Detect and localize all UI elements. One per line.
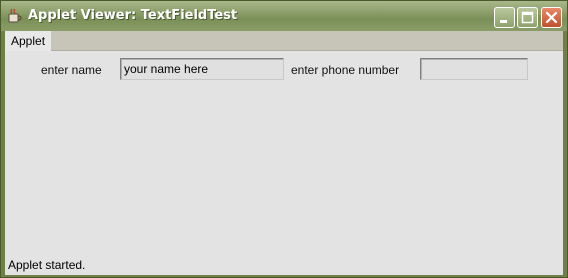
phone-label: enter phone number — [291, 63, 400, 77]
window-title: Applet Viewer: TextFieldTest — [28, 8, 238, 23]
phone-input[interactable] — [420, 58, 528, 80]
close-button[interactable] — [541, 7, 562, 28]
title-bar[interactable]: Applet Viewer: TextFieldTest — [1, 1, 567, 31]
name-label: enter name — [41, 63, 102, 77]
menu-bar: Applet — [5, 31, 563, 51]
applet-window: Applet Viewer: TextFieldTest Applet ente… — [0, 0, 568, 278]
menu-applet[interactable]: Applet — [5, 31, 51, 51]
close-icon — [545, 11, 558, 24]
minimize-button[interactable] — [494, 7, 515, 28]
maximize-icon — [521, 11, 534, 24]
minimize-icon — [500, 20, 507, 23]
applet-client-area: Applet enter name enter phone number App… — [5, 31, 563, 275]
name-input[interactable] — [120, 58, 284, 80]
java-cup-icon — [7, 8, 23, 24]
status-text: Applet started. — [8, 258, 86, 272]
maximize-button[interactable] — [517, 7, 538, 28]
